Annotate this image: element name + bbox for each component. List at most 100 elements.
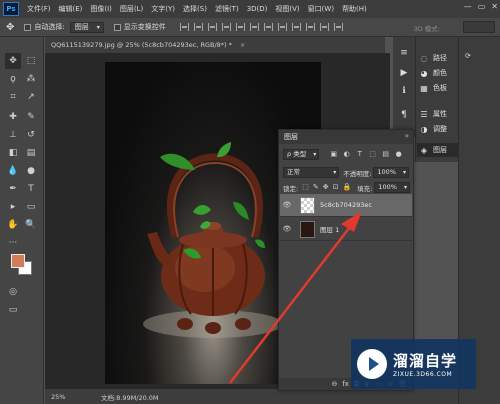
layer-style-fx-icon[interactable]: fx [342,380,349,388]
layer-row[interactable]: 👁 图层 1 [280,218,412,241]
lock-image-icon[interactable]: ✎ [313,183,319,192]
layer-filter-dropdown[interactable]: ρ 类型 [283,149,320,160]
path-selection-tool-icon[interactable]: ▸ [5,199,21,215]
filter-smart-icon[interactable]: ▤ [381,150,390,159]
visibility-eye-icon[interactable]: 👁 [280,201,294,209]
document-title: QQ6115139279.jpg @ 25% (5c8cb704293ec, R… [51,41,232,49]
menu-select[interactable]: 选择(S) [183,4,207,14]
healing-brush-tool-icon[interactable]: ✚ [5,109,21,125]
align-vcenter-icon[interactable] [193,23,203,31]
screen-mode-icon[interactable]: ▭ [5,302,21,318]
history-brush-tool-icon[interactable]: ↺ [23,127,39,143]
foreground-color-swatch[interactable] [11,254,25,268]
history-panel-button[interactable]: ⟳ [465,52,471,60]
zoom-level[interactable]: 25% [51,393,81,401]
3d-mode-label: 3D 模式: [413,25,440,33]
menu-file[interactable]: 文件(F) [27,4,51,14]
eraser-tool-icon[interactable]: ◧ [5,145,21,161]
distribute-vcenter-icon[interactable] [277,23,287,31]
align-right-icon[interactable] [249,23,259,31]
distribute-top-icon[interactable] [263,23,273,31]
visibility-eye-icon[interactable]: 👁 [280,225,294,233]
opacity-field[interactable]: 100% [373,167,409,178]
paths-label: 路径 [433,54,447,62]
hand-tool-icon[interactable]: ✋ [5,217,21,233]
auto-select-label: 自动选择: [34,23,65,31]
link-layers-icon[interactable]: ⊖ [331,380,337,388]
lock-row: 锁定: ⬚ ✎ ✥ ⊡ 🔒 填充: 100% [283,182,410,193]
info-icon[interactable]: ℹ [398,85,410,97]
more-tools-icon[interactable]: ··· [5,235,21,251]
magic-wand-tool-icon[interactable]: ⁂ [23,71,39,87]
lock-transparent-icon[interactable]: ⬚ [302,183,309,192]
pen-tool-icon[interactable]: ✒ [5,181,21,197]
show-transform-checkbox[interactable] [113,23,121,31]
filter-pixel-icon[interactable]: ▣ [329,150,338,159]
close-window-button[interactable]: ✕ [491,2,498,11]
move-tool-icon[interactable]: ✥ [6,22,14,33]
gradient-tool-icon[interactable]: ▤ [23,145,39,161]
lock-artboard-icon[interactable]: ⊡ [333,183,339,192]
filter-adjust-icon[interactable]: ◐ [342,150,351,159]
type-tool-icon[interactable]: T [23,181,39,197]
menu-window[interactable]: 窗口(W) [308,4,334,14]
quick-mask-icon[interactable]: ◎ [5,284,21,300]
menu-help[interactable]: 帮助(H) [342,4,367,14]
lock-all-icon[interactable]: 🔒 [342,183,351,192]
distribute-left-icon[interactable] [305,23,315,31]
menu-edit[interactable]: 编辑(E) [59,4,83,14]
layer-row[interactable]: 👁 5c8cb704293ec [280,194,412,217]
panel-options-icon[interactable]: ≡ [398,47,410,59]
menu-filter[interactable]: 滤镜(T) [215,4,239,14]
lock-position-icon[interactable]: ✥ [323,183,329,192]
workspace-switcher[interactable] [463,21,495,33]
paragraph-icon[interactable]: ¶ [398,109,410,121]
auto-select-checkbox[interactable] [24,23,32,31]
align-bottom-icon[interactable] [207,23,217,31]
paths-panel-button[interactable]: ◌ 路径 [419,51,448,65]
color-panel-button[interactable]: ◕ 颜色 [419,66,448,80]
blend-mode-dropdown[interactable]: 正常 [283,167,340,178]
marquee-tool-icon[interactable]: ⬚ [23,53,39,69]
move-tool-icon[interactable]: ✥ [5,53,21,69]
filter-toggle-icon[interactable]: ● [394,150,403,159]
filter-shape-icon[interactable]: ⬚ [368,150,377,159]
layers-panel-header[interactable]: 图层 » [279,130,413,144]
clone-stamp-tool-icon[interactable]: ⊥ [5,127,21,143]
blur-tool-icon[interactable]: 💧 [5,163,21,179]
menu-3d[interactable]: 3D(D) [247,5,268,13]
lasso-tool-icon[interactable]: ϙ [5,71,21,87]
minimize-button[interactable]: — [464,2,472,11]
close-document-icon[interactable]: × [240,41,245,49]
filter-type-icon[interactable]: T [355,150,364,159]
play-action-icon[interactable]: ▶ [398,67,410,79]
eyedropper-tool-icon[interactable]: ↗ [23,89,39,105]
shape-tool-icon[interactable]: ▭ [23,199,39,215]
auto-select-dropdown[interactable]: 图层 [69,21,104,33]
maximize-button[interactable]: ▭ [478,2,486,11]
align-left-icon[interactable] [221,23,231,31]
swatches-panel-button[interactable]: ▦ 色板 [419,81,447,95]
document-tab[interactable]: QQ6115139279.jpg @ 25% (5c8cb704293ec, R… [45,37,385,53]
distribute-right-icon[interactable] [333,23,343,31]
history-icon: ⟳ [465,52,471,60]
menu-type[interactable]: 文字(Y) [151,4,175,14]
dodge-tool-icon[interactable]: ● [23,163,39,179]
align-hcenter-icon[interactable] [235,23,245,31]
menu-view[interactable]: 视图(V) [275,4,299,14]
align-top-icon[interactable] [179,23,189,31]
panel-icon-column: ≡ ▶ ℹ ¶ [393,37,415,137]
menu-layer[interactable]: 图层(L) [120,4,143,14]
brush-tool-icon[interactable]: ✎ [23,109,39,125]
layers-panel-button[interactable]: ◈ 图层 [417,143,458,157]
adjustments-panel-button[interactable]: ◑ 调整 [419,122,448,136]
fill-field[interactable]: 100% [374,182,410,193]
distribute-hcenter-icon[interactable] [319,23,329,31]
crop-tool-icon[interactable]: ⌗ [5,89,21,105]
layers-panel-menu-icon[interactable]: » [405,132,409,140]
menu-image[interactable]: 图像(I) [90,4,112,14]
properties-panel-button[interactable]: ☰ 属性 [419,107,447,121]
zoom-tool-icon[interactable]: 🔍 [23,217,39,233]
menu-bar: Ps 文件(F) 编辑(E) 图像(I) 图层(L) 文字(Y) 选择(S) 滤… [0,0,500,18]
distribute-bottom-icon[interactable] [291,23,301,31]
